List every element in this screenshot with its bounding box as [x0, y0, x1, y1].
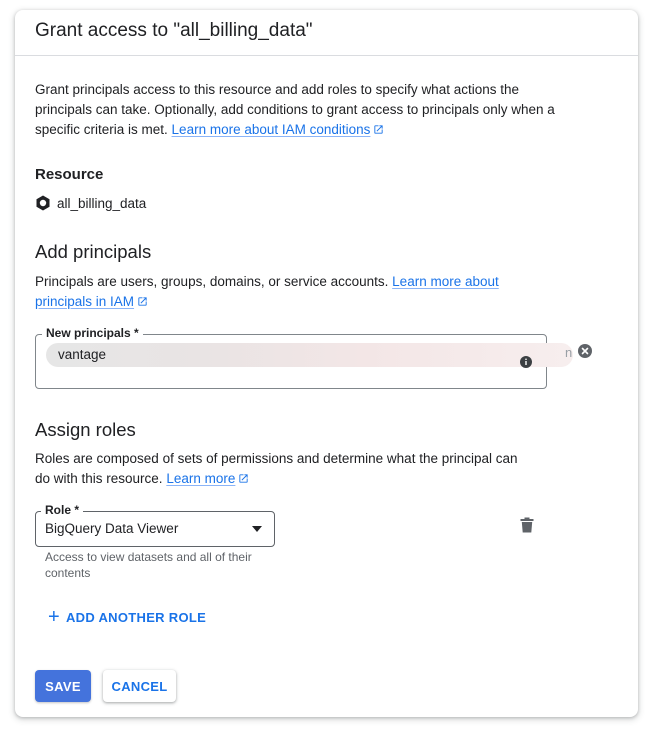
external-link-icon — [138, 297, 147, 306]
add-principals-text: Principals are users, groups, domains, o… — [35, 274, 389, 289]
dropdown-arrow-icon — [252, 526, 262, 532]
external-link-icon — [239, 474, 248, 483]
save-button[interactable]: SAVE — [35, 670, 91, 702]
add-principals-heading: Add principals — [35, 241, 152, 262]
bigquery-dataset-icon — [36, 195, 50, 211]
principal-chip[interactable]: vantage — [46, 343, 573, 367]
resource-heading: Resource — [35, 166, 104, 183]
grant-access-dialog: Grant access to "all_billing_data" Grant… — [15, 10, 638, 717]
add-another-role-label: ADD ANOTHER ROLE — [65, 609, 207, 625]
intro-paragraph: Grant principals access to this resource… — [35, 80, 555, 140]
assign-roles-heading: Assign roles — [35, 419, 136, 440]
roles-learn-more-link[interactable]: Learn more — [166, 471, 249, 486]
add-another-role-button[interactable]: + ADD ANOTHER ROLE — [48, 606, 207, 628]
iam-conditions-link[interactable]: Learn more about IAM conditions — [172, 122, 385, 137]
new-principals-label: New principals * — [42, 326, 143, 340]
info-icon — [520, 356, 532, 368]
delete-role-icon[interactable] — [520, 517, 534, 533]
cancel-button[interactable]: CANCEL — [103, 670, 176, 702]
assign-roles-text: Roles are composed of sets of permission… — [35, 451, 518, 486]
role-select[interactable]: Role * BigQuery Data Viewer — [35, 503, 275, 547]
assign-roles-paragraph: Roles are composed of sets of permission… — [35, 449, 535, 489]
role-helper-text: Access to view datasets and all of their… — [45, 550, 252, 580]
add-principals-paragraph: Principals are users, groups, domains, o… — [35, 272, 555, 312]
role-value: BigQuery Data Viewer — [45, 521, 179, 536]
resource-name: all_billing_data — [57, 195, 147, 211]
new-principals-field[interactable]: New principals * vantage — [35, 326, 573, 389]
external-link-icon — [374, 125, 384, 134]
principal-chip-text: vantage — [58, 347, 107, 362]
resource-row: all_billing_data — [35, 195, 146, 211]
principal-chip-tail: n — [565, 345, 573, 360]
role-label: Role * — [41, 503, 84, 517]
dialog-title: Grant access to "all_billing_data" — [35, 20, 313, 41]
dialog-header: Grant access to "all_billing_data" — [15, 10, 638, 56]
remove-chip-icon[interactable] — [578, 344, 592, 358]
plus-icon: + — [48, 606, 60, 628]
